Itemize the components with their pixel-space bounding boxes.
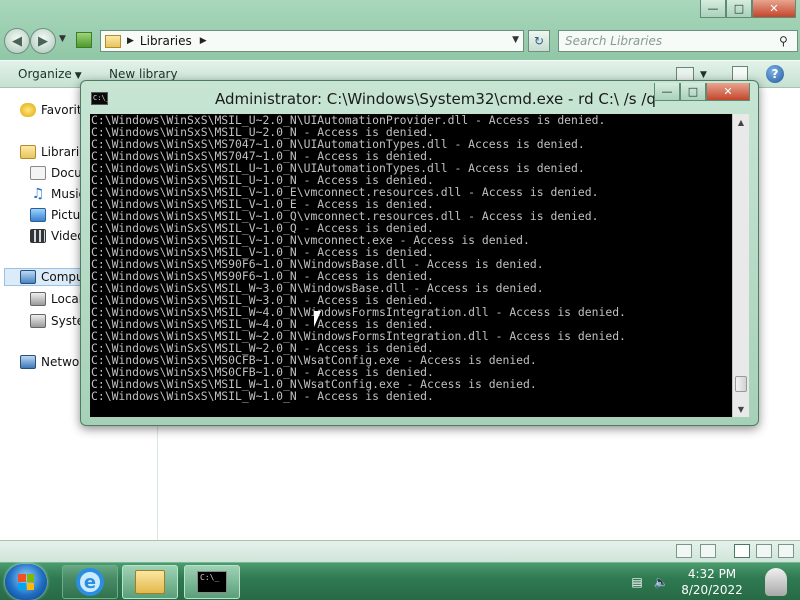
close-button[interactable]: ✕ [752,0,796,18]
user-icon [765,568,787,596]
drive-icon [30,314,46,328]
cmd-window[interactable]: C:\_ Administrator: C:\Windows\System32\… [80,80,759,426]
breadcrumb-chevron-icon[interactable]: ▶ [200,36,207,46]
cmd-close-button[interactable]: ✕ [706,83,750,101]
preview-pane-icon[interactable] [734,544,750,558]
scroll-down-icon[interactable]: ▼ [733,401,749,417]
address-bar[interactable]: ▶ Libraries ▶ ▼ [100,30,524,52]
explorer-window-controls: — □ ✕ [700,0,796,18]
user-account-button[interactable] [756,565,796,599]
minimize-button[interactable]: — [700,0,726,18]
forward-arrow-icon: ▶ [38,33,48,49]
network-icon [20,355,36,369]
cmd-icon: C:\_ [197,571,227,593]
drive-icon [30,292,46,306]
search-icon[interactable]: ⚲ [779,34,797,48]
back-arrow-icon: ◀ [12,33,22,49]
large-icons-view-icon[interactable] [700,544,716,558]
cmd-window-icon[interactable]: C:\_ [91,92,110,105]
scroll-up-icon[interactable]: ▲ [733,114,749,130]
back-button[interactable]: ◀ [4,28,30,54]
taskbar-windows-explorer[interactable] [122,565,178,599]
computer-icon [20,270,36,284]
forward-button[interactable]: ▶ [30,28,56,54]
details-pane-icon[interactable] [756,544,772,558]
folder-icon [135,570,165,594]
refresh-icon: ↻ [533,34,545,48]
maximize-button[interactable]: □ [726,0,752,18]
status-bar [0,540,800,562]
search-placeholder: Search Libraries [565,34,663,48]
film-strip-icon [30,229,46,243]
start-button[interactable] [5,564,47,600]
organize-label: Organize [18,67,72,81]
breadcrumb-chevron-icon[interactable]: ▶ [127,36,134,46]
cmd-window-title: Administrator: C:\Windows\System32\cmd.e… [215,90,656,108]
clock-time: 4:32 PM [687,567,737,581]
taskbar-internet-explorer[interactable]: e [62,565,118,599]
cmd-minimize-button[interactable]: — [654,83,680,101]
volume-muted-icon[interactable]: 🔈 [654,575,669,589]
cmd-maximize-button[interactable]: □ [680,83,706,101]
up-folder-icon[interactable] [76,32,92,48]
nav-item-documents[interactable]: Docu [30,164,82,182]
internet-explorer-icon: e [76,568,104,596]
navigation-pane-icon[interactable] [778,544,794,558]
chevron-down-icon: ▼ [74,71,82,81]
breadcrumb-libraries[interactable]: Libraries [140,34,192,48]
refresh-button[interactable]: ↻ [528,30,550,52]
nav-item-music[interactable]: ♫ Music [30,185,85,203]
address-dropdown-icon[interactable]: ▼ [512,35,519,45]
system-clock[interactable]: 4:32 PM 8/20/2022 [672,566,752,598]
help-icon[interactable]: ? [766,65,784,83]
mouse-cursor-icon [314,311,321,327]
star-icon [20,103,36,117]
windows-logo-icon [18,574,34,590]
recent-pages-dropdown[interactable]: ▼ [59,34,66,44]
cmd-window-controls: — □ ✕ [654,83,750,101]
organize-menu[interactable]: Organize ▼ [18,67,82,81]
nav-item-label: Docu [51,166,82,180]
libraries-icon [105,34,121,48]
scroll-thumb[interactable] [735,376,747,392]
cmd-title-bar[interactable]: C:\_ Administrator: C:\Windows\System32\… [81,81,758,113]
music-note-icon: ♫ [31,186,45,202]
view-options-dropdown[interactable]: ▼ [700,70,707,80]
search-input[interactable]: Search Libraries ⚲ [558,30,798,52]
console-scrollbar[interactable]: ▲ ▼ [732,114,749,417]
change-view-icon[interactable] [676,67,694,81]
documents-icon [30,166,46,180]
cmd-console[interactable]: C:\Windows\WinSxS\MSIL_U~2.0_N\UIAutomat… [90,114,749,417]
clock-date: 8/20/2022 [681,583,743,597]
libraries-icon [20,145,36,159]
details-view-icon[interactable] [676,544,692,558]
console-output: C:\Windows\WinSxS\MSIL_U~2.0_N\UIAutomat… [91,114,729,402]
new-library-button[interactable]: New library [109,67,178,81]
taskbar: e C:\_ ▤ 🔈 4:32 PM 8/20/2022 [0,562,800,600]
navigation-row: ◀ ▶ ▼ ▶ Libraries ▶ ▼ ↻ Search Libraries… [0,26,800,56]
network-tray-icon[interactable]: ▤ [630,575,644,589]
console-line: C:\Windows\WinSxS\MSIL_W~1.0_N - Access … [91,389,434,403]
taskbar-cmd[interactable]: C:\_ [184,565,240,599]
nav-item-favorites[interactable]: Favorite [20,101,89,119]
pictures-icon [30,208,46,222]
